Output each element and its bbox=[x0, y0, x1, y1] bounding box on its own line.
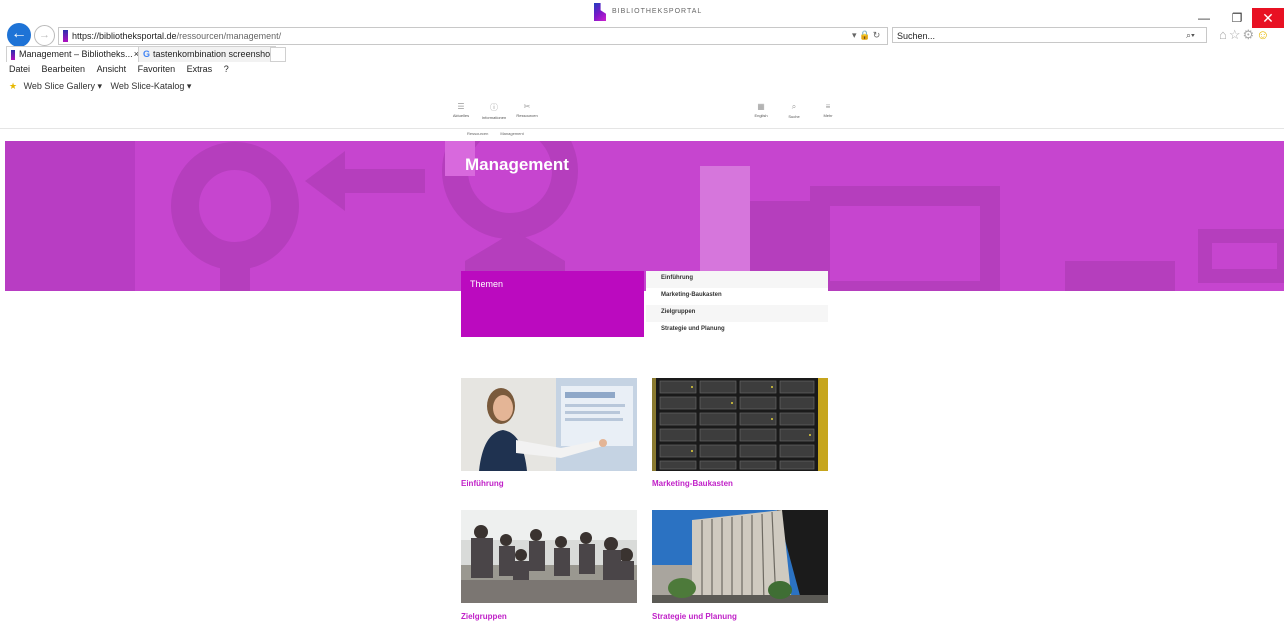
card-image-einfuehrung[interactable] bbox=[461, 378, 637, 471]
site-favicon bbox=[63, 30, 68, 42]
search-icon[interactable]: ⌕▾ bbox=[1186, 27, 1195, 43]
library-building-photo bbox=[652, 510, 828, 603]
google-icon: G bbox=[143, 49, 151, 59]
logo-text[interactable]: BIBLIOTHEKSPORTAL bbox=[612, 8, 702, 15]
feedback-smiley-icon[interactable]: ☺ bbox=[1256, 27, 1271, 42]
themen-item-strategie-und-planung[interactable]: Strategie und Planung bbox=[646, 322, 828, 339]
themen-item-zielgruppen[interactable]: Zielgruppen bbox=[646, 305, 828, 322]
restore-button[interactable]: ❐ bbox=[1221, 8, 1253, 28]
themen-item-marketing-baukasten[interactable]: Marketing-Baukasten bbox=[646, 288, 828, 305]
nav-ressourcen[interactable]: ✂ Ressourcen bbox=[512, 102, 542, 118]
card-image-zielgruppen[interactable] bbox=[461, 510, 637, 603]
toolbar-icons: ⌂☆⚙☺ bbox=[1219, 27, 1271, 43]
hero-background-graphic bbox=[5, 141, 1284, 291]
breadcrumb-ressourcen[interactable]: Ressourcen bbox=[467, 131, 488, 136]
themen-label: Themen bbox=[470, 279, 504, 289]
menu-extras[interactable]: Extras bbox=[187, 64, 213, 74]
menu-bar: Datei Bearbeiten Ansicht Favoriten Extra… bbox=[0, 62, 1284, 77]
themen-list: Einführung Marketing-Baukasten Zielgrupp… bbox=[646, 271, 828, 339]
breadcrumb: Ressourcen Management bbox=[467, 131, 536, 136]
search-icon: ⌕ bbox=[791, 102, 797, 111]
tab-favicon bbox=[11, 49, 15, 60]
classroom-photo bbox=[461, 510, 637, 603]
minimize-button[interactable]: — bbox=[1188, 8, 1220, 28]
card-image-marketing-baukasten[interactable] bbox=[652, 378, 828, 471]
menu-datei[interactable]: Datei bbox=[9, 64, 30, 74]
menu-icon: ≡ bbox=[825, 102, 831, 111]
search-placeholder: Suchen... bbox=[897, 31, 936, 41]
favorite-web-slice-katalog[interactable]: Web Slice-Katalog ▾ bbox=[111, 81, 192, 91]
browser-chrome: — ❐ ✕ ← → https://bibliotheksportal.de/r… bbox=[0, 0, 1284, 100]
page-title: Management bbox=[465, 155, 569, 174]
back-button[interactable]: ← bbox=[7, 23, 31, 47]
url-path: /ressourcen/management/ bbox=[176, 31, 282, 41]
themen-item-einfuehrung[interactable]: Einführung bbox=[646, 271, 828, 288]
nav-informationen[interactable]: ⓘ Informationen bbox=[479, 102, 509, 120]
close-window-button[interactable]: ✕ bbox=[1252, 8, 1284, 28]
site-header bbox=[0, 100, 1284, 129]
flag-icon: ▦ bbox=[757, 102, 765, 111]
url-host: https://bibliotheksportal.de bbox=[72, 31, 177, 41]
card-title-strategie-und-planung[interactable]: Strategie und Planung bbox=[652, 612, 737, 621]
card-title-marketing-baukasten[interactable]: Marketing-Baukasten bbox=[652, 479, 733, 488]
favorites-star-icon[interactable]: ★ bbox=[9, 81, 17, 91]
favorites-bar: ★ Web Slice Gallery ▾ Web Slice-Katalog … bbox=[0, 79, 1284, 94]
menu-help[interactable]: ? bbox=[224, 64, 229, 74]
menu-bearbeiten[interactable]: Bearbeiten bbox=[42, 64, 86, 74]
card-image-strategie-und-planung[interactable] bbox=[652, 510, 828, 603]
presenter-photo bbox=[461, 378, 637, 471]
tab-google-search[interactable]: Gtastenkombination screenshot ... bbox=[138, 46, 283, 62]
new-tab-button[interactable] bbox=[270, 47, 286, 62]
nav-mehr[interactable]: ≡ Mehr bbox=[813, 102, 843, 118]
card-title-einfuehrung[interactable]: Einführung bbox=[461, 479, 504, 488]
menu-ansicht[interactable]: Ansicht bbox=[97, 64, 127, 74]
tab-label: tastenkombination screenshot ... bbox=[153, 49, 283, 59]
tab-label: Management – Bibliotheks... bbox=[19, 49, 133, 59]
nav-english[interactable]: ▦ English bbox=[746, 102, 776, 118]
server-rack-photo bbox=[652, 378, 828, 471]
hero-banner bbox=[5, 141, 1284, 291]
address-bar-icons[interactable]: ▾ 🔒 ↻ bbox=[852, 27, 880, 43]
tools-icon: ✂ bbox=[523, 102, 531, 111]
forward-button[interactable]: → bbox=[34, 25, 55, 46]
breadcrumb-management: Management bbox=[500, 131, 524, 136]
menu-favoriten[interactable]: Favoriten bbox=[138, 64, 176, 74]
home-icon[interactable]: ⌂ bbox=[1219, 27, 1229, 42]
card-title-zielgruppen[interactable]: Zielgruppen bbox=[461, 612, 507, 621]
tab-management[interactable]: Management – Bibliotheks... × bbox=[6, 46, 144, 62]
info-icon: ⓘ bbox=[490, 103, 498, 112]
nav-suche[interactable]: ⌕ Suche bbox=[779, 102, 809, 119]
favorites-star-icon[interactable]: ☆ bbox=[1229, 27, 1243, 42]
favorite-web-slice-gallery[interactable]: Web Slice Gallery ▾ bbox=[24, 81, 102, 91]
nav-aktuelles[interactable]: ☰ Aktuelles bbox=[446, 102, 476, 118]
list-icon: ☰ bbox=[457, 102, 465, 111]
address-bar[interactable]: https://bibliotheksportal.de/ressourcen/… bbox=[58, 27, 888, 45]
settings-gear-icon[interactable]: ⚙ bbox=[1243, 27, 1257, 42]
search-input[interactable]: Suchen... bbox=[892, 27, 1207, 43]
